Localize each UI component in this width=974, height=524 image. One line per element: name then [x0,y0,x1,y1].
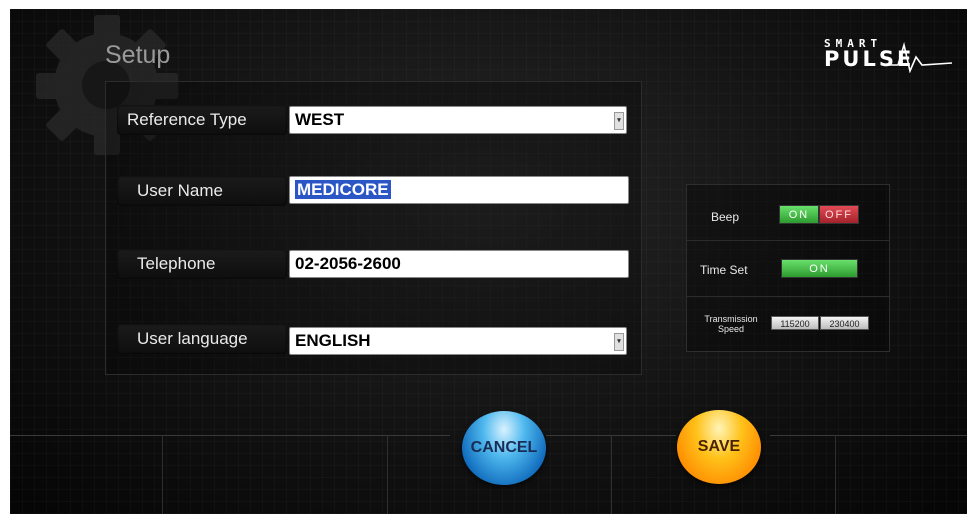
smart-pulse-logo: SMART PULSE [812,35,952,77]
user-name-input[interactable]: MEDICORE [289,176,629,204]
page-title: Setup [105,41,171,69]
user-language-select[interactable]: ENGLISH ▾ [289,327,627,355]
row-divider [687,296,889,297]
speed-option-115200[interactable]: 115200 [771,316,819,330]
telephone-value: 02-2056-2600 [295,254,401,273]
user-language-value: ENGLISH [295,331,371,350]
user-language-label: User language [117,324,287,354]
save-button[interactable]: SAVE [677,410,761,484]
telephone-label: Telephone [117,249,287,279]
time-set-label: Time Set [700,263,748,277]
user-name-label: User Name [117,176,287,206]
form-panel: Reference Type WEST ▾ User Name MEDICORE… [105,81,642,375]
beep-label: Beep [711,210,740,224]
reference-type-label: Reference Type [117,105,287,135]
cancel-button[interactable]: CANCEL [462,411,546,485]
speed-option-230400[interactable]: 230400 [820,316,869,330]
row-divider [687,240,889,241]
transmission-speed-label: Transmission Speed [704,314,758,334]
heartbeat-icon [888,41,952,73]
settings-panel: Beep ON OFF Time Set ON Transmission Spe… [686,184,890,352]
beep-off-toggle[interactable]: OFF [819,205,859,224]
dropdown-arrow-icon[interactable]: ▾ [614,333,624,351]
time-set-on-toggle[interactable]: ON [781,259,858,278]
reference-type-select[interactable]: WEST ▾ [289,106,627,134]
beep-on-toggle[interactable]: ON [779,205,819,224]
dropdown-arrow-icon[interactable]: ▾ [614,112,624,130]
telephone-input[interactable]: 02-2056-2600 [289,250,629,278]
setup-screen: Setup SMART PULSE Reference Type WEST ▾ … [10,9,967,514]
reference-type-value: WEST [295,110,345,129]
user-name-value: MEDICORE [295,180,391,199]
